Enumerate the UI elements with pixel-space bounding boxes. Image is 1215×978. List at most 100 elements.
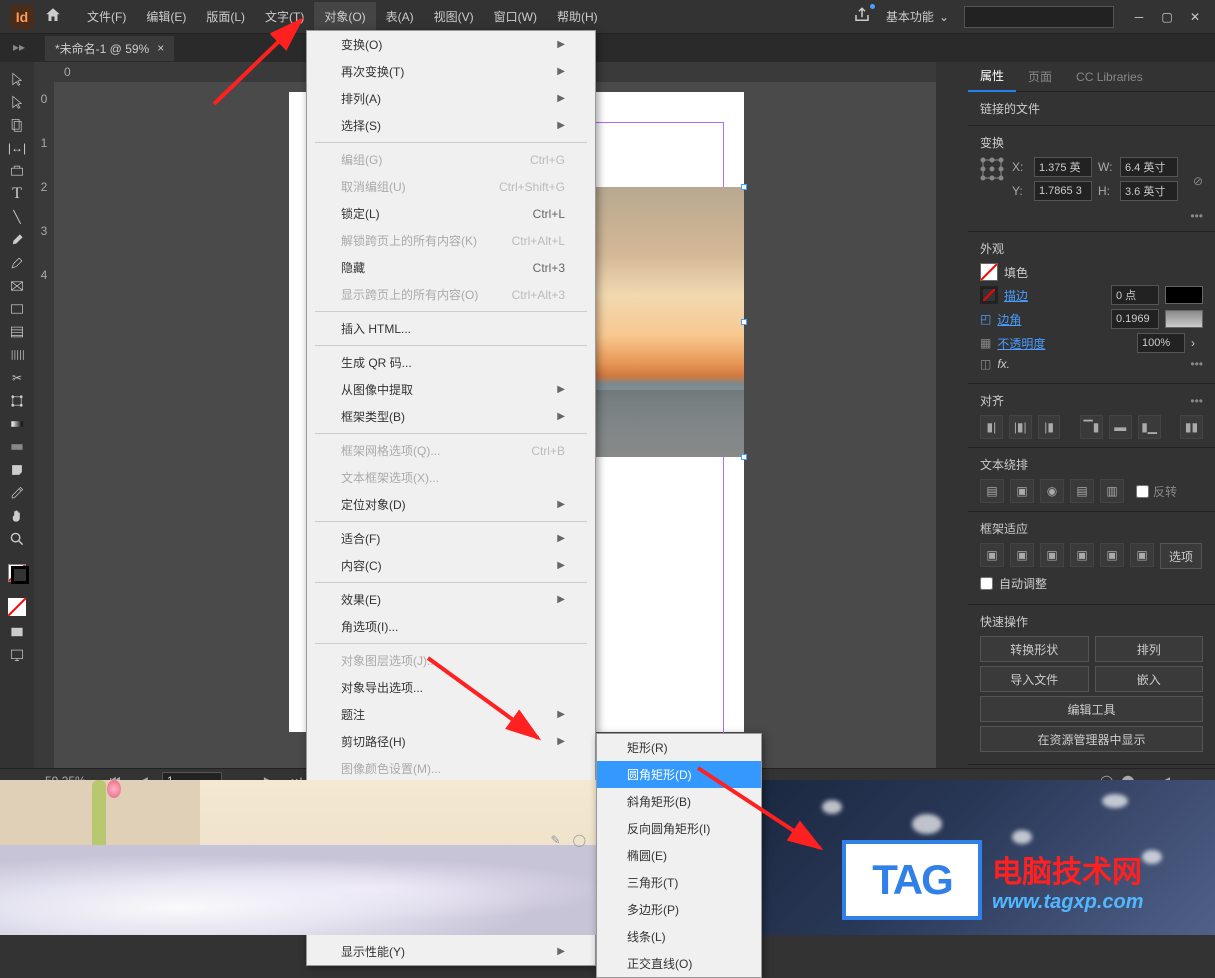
grid-tool-2[interactable] <box>3 344 31 366</box>
submenu-item[interactable]: 多边形(P) <box>597 896 761 923</box>
embed-button[interactable]: 嵌入 <box>1095 666 1204 692</box>
pen-tool[interactable] <box>3 229 31 251</box>
menu-item[interactable]: 适合(F)▶ <box>307 525 595 552</box>
selection-tool[interactable] <box>3 68 31 90</box>
search-input[interactable] <box>964 6 1114 28</box>
gap-tool[interactable]: |↔| <box>3 137 31 159</box>
right-dock[interactable] <box>936 62 968 768</box>
menu-item[interactable]: 插入 HTML... <box>307 315 595 342</box>
align-center-v[interactable]: ▬ <box>1109 415 1132 439</box>
maximize-button[interactable]: ▢ <box>1157 10 1177 24</box>
constrain-icon[interactable]: ⊘ <box>1193 174 1203 188</box>
wrap-jump[interactable]: ▤ <box>1070 479 1094 503</box>
corner-value[interactable] <box>1111 309 1159 329</box>
fx-label[interactable]: fx. <box>997 357 1010 371</box>
menu-item[interactable]: 选择(S)▶ <box>307 112 595 139</box>
align-top[interactable]: ▔▮ <box>1080 415 1103 439</box>
submenu-item[interactable]: 反向圆角矩形(I) <box>597 815 761 842</box>
more-options-icon[interactable]: ••• <box>1190 357 1203 371</box>
reveal-button[interactable]: 在资源管理器中显示 <box>980 726 1203 752</box>
menu-item[interactable]: 显示性能(Y)▶ <box>307 938 595 965</box>
h-input[interactable] <box>1120 181 1178 201</box>
wrap-shape[interactable]: ◉ <box>1040 479 1064 503</box>
menu-对象[interactable]: 对象(O) <box>314 2 375 31</box>
y-input[interactable] <box>1034 181 1092 201</box>
menu-item[interactable]: 题注▶ <box>307 701 595 728</box>
minimize-button[interactable]: ─ <box>1129 10 1149 24</box>
fit-options-button[interactable]: 选项 <box>1160 543 1202 569</box>
submenu-item[interactable]: 矩形(R) <box>597 734 761 761</box>
fit-6[interactable]: ▣ <box>1130 543 1154 567</box>
menu-编辑[interactable]: 编辑(E) <box>136 2 196 31</box>
opacity-value[interactable] <box>1137 333 1185 353</box>
menu-item[interactable]: 隐藏Ctrl+3 <box>307 254 595 281</box>
line-tool[interactable]: ╲ <box>3 206 31 228</box>
wrap-jump-next[interactable]: ▥ <box>1100 479 1124 503</box>
corner-label[interactable]: 边角 <box>997 311 1021 328</box>
autofit-checkbox[interactable] <box>980 577 993 590</box>
submenu-item[interactable]: 正交直线(O) <box>597 950 761 977</box>
direct-selection-tool[interactable] <box>3 91 31 113</box>
more-options-icon[interactable]: ••• <box>980 209 1203 223</box>
note-tool[interactable] <box>3 459 31 481</box>
submenu-item[interactable]: 椭圆(E) <box>597 842 761 869</box>
view-mode[interactable] <box>3 621 31 643</box>
panel-toggle-icon[interactable]: ▸▸ <box>13 40 25 54</box>
align-bottom[interactable]: ▮▁ <box>1138 415 1161 439</box>
opacity-label[interactable]: 不透明度 <box>997 335 1045 352</box>
stroke-style[interactable] <box>1165 286 1203 304</box>
workspace-switcher[interactable]: 基本功能 ⌄ <box>886 8 949 25</box>
eyedropper-tool[interactable] <box>3 482 31 504</box>
tab-cc-libraries[interactable]: CC Libraries <box>1064 64 1155 90</box>
reverse-checkbox[interactable] <box>1136 485 1149 498</box>
brush-icon[interactable]: ✎ <box>551 833 561 847</box>
align-left[interactable]: ▮| <box>980 415 1003 439</box>
fit-5[interactable]: ▣ <box>1100 543 1124 567</box>
reference-point[interactable] <box>980 157 1004 205</box>
stroke-label[interactable]: 描边 <box>1004 287 1028 304</box>
more-options-icon[interactable]: ••• <box>1190 394 1203 408</box>
menu-表[interactable]: 表(A) <box>376 2 424 31</box>
submenu-item[interactable]: 圆角矩形(D) <box>597 761 761 788</box>
menu-文件[interactable]: 文件(F) <box>77 2 136 31</box>
fill-swatch[interactable] <box>980 263 998 281</box>
fit-4[interactable]: ▣ <box>1070 543 1094 567</box>
x-input[interactable] <box>1034 157 1092 177</box>
align-center-h[interactable]: |▮| <box>1009 415 1032 439</box>
menu-item[interactable]: 框架类型(B)▶ <box>307 403 595 430</box>
menu-窗口[interactable]: 窗口(W) <box>484 2 547 31</box>
content-collector-tool[interactable] <box>3 160 31 182</box>
submenu-item[interactable]: 斜角矩形(B) <box>597 788 761 815</box>
menu-item[interactable]: 排列(A)▶ <box>307 85 595 112</box>
menu-帮助[interactable]: 帮助(H) <box>547 2 608 31</box>
pencil-tool[interactable] <box>3 252 31 274</box>
fit-2[interactable]: ▣ <box>1010 543 1034 567</box>
tab-pages[interactable]: 页面 <box>1016 62 1064 91</box>
close-button[interactable]: ✕ <box>1185 10 1205 24</box>
menu-item[interactable]: 生成 QR 码... <box>307 349 595 376</box>
menu-item[interactable]: 锁定(L)Ctrl+L <box>307 200 595 227</box>
scissors-tool[interactable]: ✂ <box>3 367 31 389</box>
tab-properties[interactable]: 属性 <box>968 61 1016 92</box>
menu-item[interactable]: 内容(C)▶ <box>307 552 595 579</box>
zoom-tool[interactable] <box>3 528 31 550</box>
align-right[interactable]: |▮ <box>1038 415 1061 439</box>
edit-tool-button[interactable]: 编辑工具 <box>980 696 1203 722</box>
hand-tool[interactable] <box>3 505 31 527</box>
distribute[interactable]: ▮▮ <box>1180 415 1203 439</box>
wrap-none[interactable]: ▤ <box>980 479 1004 503</box>
menu-item[interactable]: 从图像中提取▶ <box>307 376 595 403</box>
menu-item[interactable]: 变换(O)▶ <box>307 31 595 58</box>
share-icon[interactable] <box>853 6 871 27</box>
menu-视图[interactable]: 视图(V) <box>424 2 484 31</box>
fit-3[interactable]: ▣ <box>1040 543 1064 567</box>
stroke-value[interactable] <box>1111 285 1159 305</box>
fill-stroke-swatch[interactable] <box>3 558 31 588</box>
rectangle-tool[interactable] <box>3 298 31 320</box>
gradient-swatch-tool[interactable] <box>3 413 31 435</box>
menu-item[interactable]: 剪切路径(H)▶ <box>307 728 595 755</box>
menu-文字[interactable]: 文字(T) <box>255 2 314 31</box>
menu-item[interactable]: 对象导出选项... <box>307 674 595 701</box>
stroke-swatch[interactable] <box>980 286 998 304</box>
loop-icon[interactable]: ◯ <box>573 833 586 847</box>
